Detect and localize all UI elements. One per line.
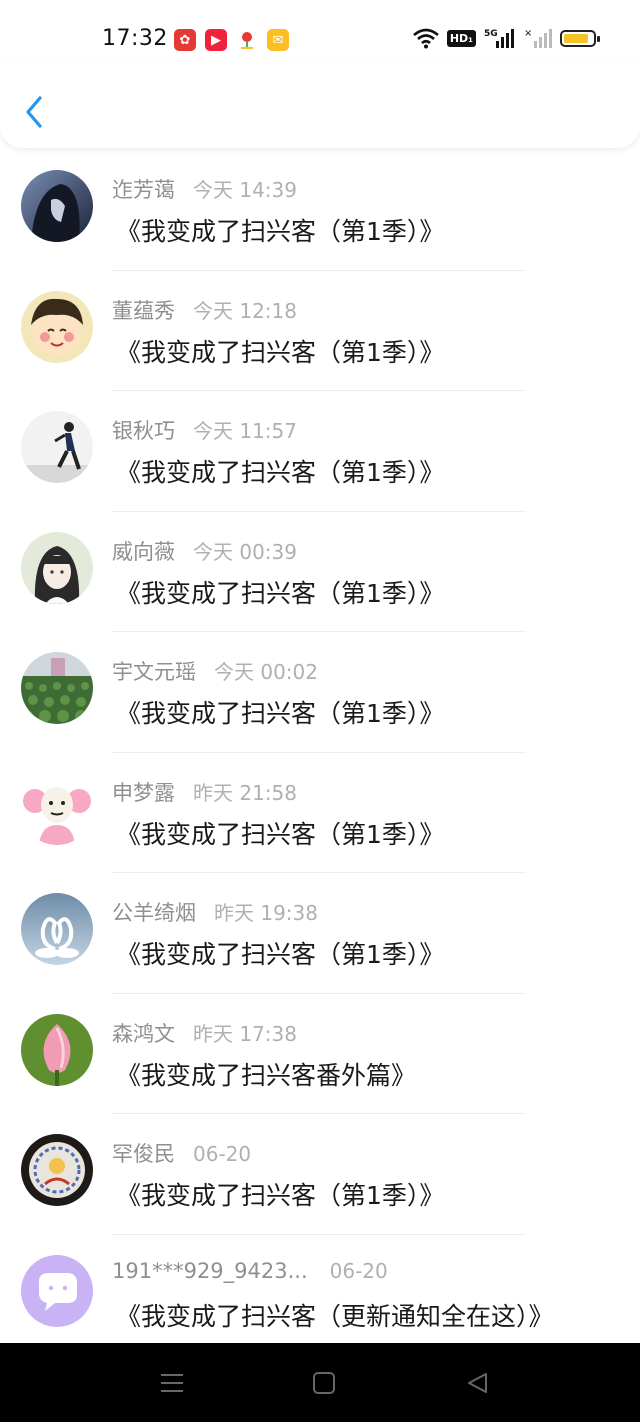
avatar[interactable] bbox=[21, 531, 93, 604]
mail-app-icon: ✉ bbox=[267, 29, 289, 51]
avatar[interactable] bbox=[21, 1134, 93, 1206]
svg-text:×: × bbox=[524, 28, 532, 39]
message-text: 《我变成了扫兴客番外篇》 bbox=[116, 1060, 417, 1090]
sender-name: 森鸿文 bbox=[112, 1021, 175, 1046]
sender-name: 迮芳蔼 bbox=[112, 178, 175, 202]
video-app-icon: ▶ bbox=[205, 29, 227, 51]
list-item[interactable]: 宇文元瑶 今天 00:02 《我变成了扫兴客（第1季）》 bbox=[0, 632, 640, 753]
sender-name: 申梦露 bbox=[112, 780, 175, 805]
chat-bubble-icon bbox=[21, 1254, 93, 1327]
chevron-left-icon[interactable] bbox=[22, 94, 48, 130]
message-text: 《我变成了扫兴客（第1季）》 bbox=[116, 699, 445, 728]
list-item[interactable]: 罕俊民 06-20 《我变成了扫兴客（第1季）》 bbox=[0, 1114, 640, 1235]
notification-icons: ✿ ▶ ✉ bbox=[174, 29, 289, 51]
message-time: 06-20 bbox=[193, 1142, 252, 1166]
avatar[interactable] bbox=[21, 652, 93, 724]
sender-name: 191***929_9423... bbox=[112, 1258, 308, 1283]
svg-text:5G: 5G bbox=[484, 29, 498, 39]
avatar[interactable] bbox=[21, 411, 93, 483]
avatar[interactable] bbox=[21, 1254, 93, 1327]
navigation-bar bbox=[0, 1343, 640, 1422]
avatar[interactable] bbox=[21, 290, 93, 363]
message-text: 《我变成了扫兴客（第1季）》 bbox=[116, 940, 445, 969]
list-item[interactable]: 迮芳蔼 今天 14:39 《我变成了扫兴客（第1季）》 bbox=[0, 150, 640, 271]
message-time: 今天 14:39 bbox=[193, 178, 297, 202]
hd-voice-icon: HD₁ bbox=[446, 29, 476, 47]
list-item[interactable]: 威向薇 今天 00:39 《我变成了扫兴客（第1季）》 bbox=[0, 512, 640, 632]
message-text: 《我变成了扫兴客（第1季）》 bbox=[116, 819, 445, 849]
sender-name: 银秋巧 bbox=[112, 419, 175, 443]
message-time: 今天 11:57 bbox=[193, 419, 297, 443]
battery-icon bbox=[560, 29, 600, 47]
sender-name: 宇文元瑶 bbox=[112, 660, 196, 684]
signal-5g-icon: 5G bbox=[484, 29, 514, 48]
menu-icon[interactable] bbox=[159, 1371, 185, 1395]
wifi-icon bbox=[413, 28, 439, 49]
avatar[interactable] bbox=[21, 1013, 93, 1086]
message-list: 迮芳蔼 今天 14:39 《我变成了扫兴客（第1季）》 董蕴秀 今天 12:18 《… bbox=[0, 150, 640, 1355]
list-item[interactable]: 申梦露 昨天 21:58 《我变成了扫兴客（第1季）》 bbox=[0, 753, 640, 873]
avatar[interactable] bbox=[21, 170, 93, 242]
message-text: 《我变成了扫兴客（第1季）》 bbox=[116, 217, 445, 246]
list-item[interactable]: 董蕴秀 今天 12:18 《我变成了扫兴客（第1季）》 bbox=[0, 271, 640, 391]
list-item[interactable]: 森鸿文 昨天 17:38 《我变成了扫兴客番外篇》 bbox=[0, 994, 640, 1114]
message-time: 昨天 17:38 bbox=[193, 1021, 297, 1046]
message-time: 昨天 21:58 bbox=[193, 780, 297, 805]
message-text: 《我变成了扫兴客（更新通知全在这）》 bbox=[116, 1301, 554, 1331]
sender-name: 威向薇 bbox=[112, 539, 175, 564]
sender-name: 罕俊民 bbox=[112, 1142, 175, 1166]
message-time: 今天 12:18 bbox=[193, 298, 297, 323]
back-triangle-icon[interactable] bbox=[464, 1371, 490, 1395]
message-time: 06-20 bbox=[329, 1258, 388, 1283]
message-time: 昨天 19:38 bbox=[214, 901, 318, 925]
message-text: 《我变成了扫兴客（第1季）》 bbox=[116, 1181, 445, 1210]
list-item[interactable]: 银秋巧 今天 11:57 《我变成了扫兴客（第1季）》 bbox=[0, 391, 640, 512]
message-text: 《我变成了扫兴客（第1季）》 bbox=[116, 578, 445, 608]
clock: 17:32 bbox=[102, 26, 168, 51]
map-pin-app-icon bbox=[236, 29, 258, 51]
message-time: 今天 00:39 bbox=[193, 539, 297, 564]
message-text: 《我变成了扫兴客（第1季）》 bbox=[116, 458, 445, 487]
message-time: 今天 00:02 bbox=[214, 660, 318, 684]
home-icon[interactable] bbox=[311, 1371, 337, 1395]
avatar[interactable] bbox=[21, 772, 93, 845]
sender-name: 公羊绮烟 bbox=[112, 901, 196, 925]
list-item[interactable]: 公羊绮烟 昨天 19:38 《我变成了扫兴客（第1季）》 bbox=[0, 873, 640, 994]
list-item[interactable]: 191***929_9423... 06-20 《我变成了扫兴客（更新通知全在这）… bbox=[0, 1235, 640, 1356]
sender-name: 董蕴秀 bbox=[112, 298, 175, 323]
message-text: 《我变成了扫兴客（第1季）》 bbox=[116, 337, 445, 367]
signal-empty-icon: × bbox=[524, 28, 552, 48]
system-icons: HD₁ 5G × bbox=[413, 27, 600, 49]
header-bar bbox=[0, 60, 640, 148]
flower-app-icon: ✿ bbox=[174, 29, 196, 51]
avatar[interactable] bbox=[21, 893, 93, 965]
